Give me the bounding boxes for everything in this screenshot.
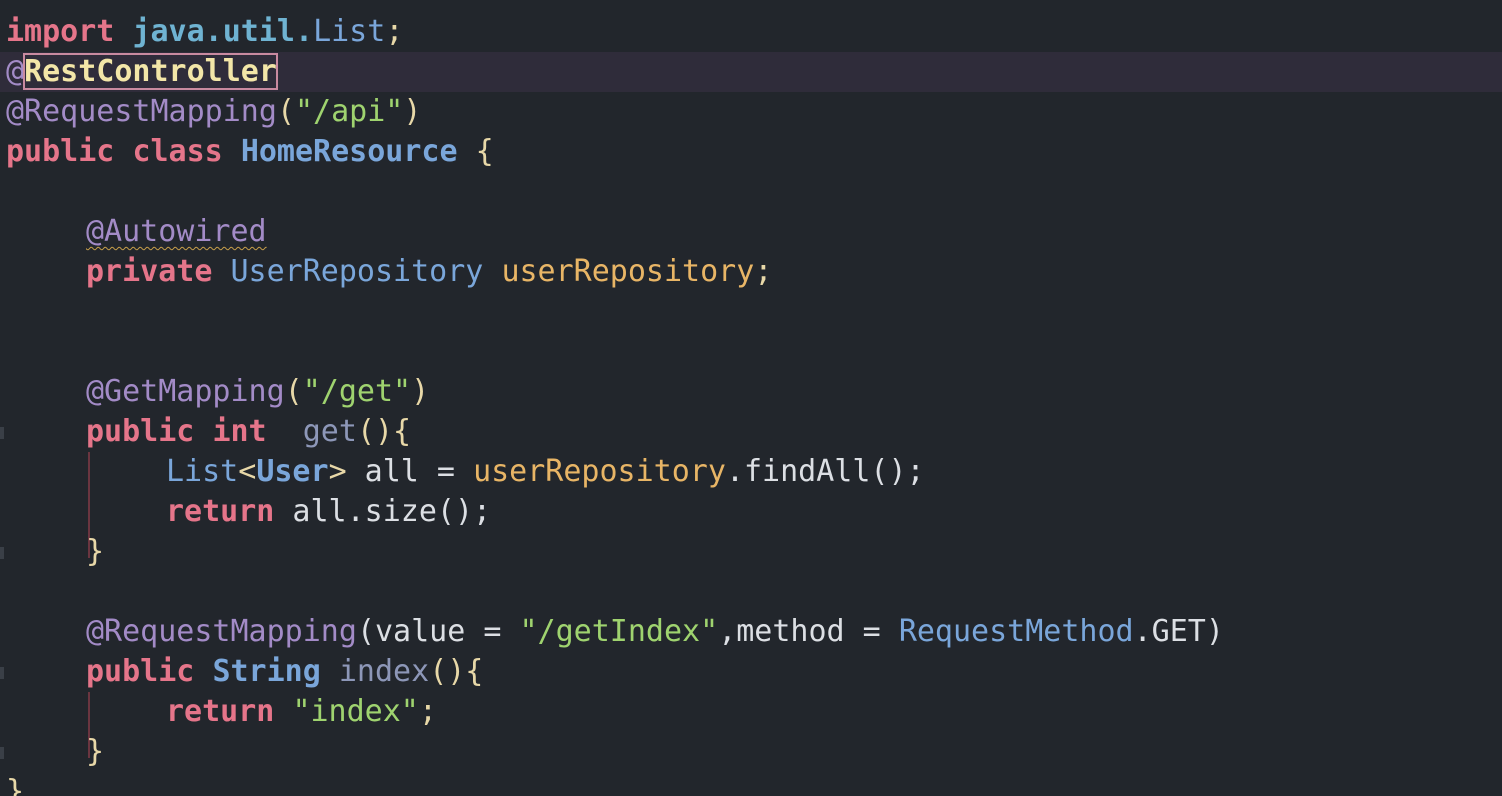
string-api: "/api"	[295, 94, 404, 129]
code-line-return-index[interactable]: return "index";	[0, 692, 1502, 732]
package-name: java.util.	[132, 14, 314, 49]
type-list: List	[313, 14, 386, 49]
method-signature-rest: (){	[429, 654, 484, 689]
class-name: HomeResource	[240, 134, 458, 169]
findall-call: .findAll();	[725, 454, 925, 489]
brace-open: {	[475, 134, 494, 169]
code-line-close-index[interactable]: }	[0, 732, 1502, 772]
keyword-int: int	[212, 414, 267, 449]
semicolon: ;	[385, 14, 404, 49]
string-get: "/get"	[302, 374, 412, 409]
param-method: ,method =	[718, 614, 899, 649]
semicolon: ;	[418, 694, 437, 729]
code-line-get-method[interactable]: public int get(){	[0, 412, 1502, 452]
code-line-import[interactable]: import java.util.List;	[0, 12, 1502, 52]
code-line-autowired[interactable]: @Autowired	[0, 212, 1502, 252]
annotation-at: @	[6, 54, 25, 89]
keyword-private: private	[86, 254, 213, 289]
string-index: "index"	[292, 694, 419, 729]
code-line-requestmapping-api[interactable]: @RequestMapping("/api")	[0, 92, 1502, 132]
field-userrepository: userRepository	[501, 254, 755, 289]
code-line-getmapping[interactable]: @GetMapping("/get")	[0, 372, 1502, 412]
type-list: List	[166, 454, 239, 489]
keyword-import: import	[6, 14, 115, 49]
method-signature-rest: (){	[356, 414, 412, 449]
code-line-requestmapping-getindex[interactable]: @RequestMapping(value = "/getIndex",meth…	[0, 612, 1502, 652]
keyword-public: public	[86, 654, 195, 689]
field-userrepository: userRepository	[473, 454, 726, 489]
enum-get: .GET)	[1133, 614, 1224, 649]
code-line-field-declaration[interactable]: private UserRepository userRepository;	[0, 252, 1502, 292]
code-line-return-size[interactable]: return all.size();	[0, 492, 1502, 532]
paren-open: (	[284, 374, 303, 409]
method-get: get	[302, 414, 357, 449]
type-string: String	[212, 654, 321, 689]
keyword-return: return	[166, 694, 275, 729]
brace-close: }	[86, 734, 105, 769]
generic-close: >	[328, 454, 347, 489]
code-line-close-class[interactable]: }	[0, 772, 1502, 796]
paren-close: )	[411, 374, 430, 409]
annotation-getmapping: @GetMapping	[86, 374, 285, 409]
annotation-autowired: @Autowired	[86, 214, 267, 249]
brace-close: }	[86, 534, 105, 569]
variable-all: all =	[346, 454, 474, 489]
code-line-index-method[interactable]: public String index(){	[0, 652, 1502, 692]
keyword-class: class	[132, 134, 223, 169]
annotation-restcontroller: RestController	[23, 53, 278, 90]
annotation-requestmapping: @RequestMapping	[6, 94, 277, 129]
type-user: User	[256, 454, 329, 489]
code-line-class-declaration[interactable]: public class HomeResource {	[0, 132, 1502, 172]
keyword-return: return	[166, 494, 275, 529]
return-expression: all.size();	[274, 494, 492, 529]
brace-close: }	[6, 774, 25, 796]
keyword-public: public	[6, 134, 115, 169]
param-value: (value =	[356, 614, 520, 649]
paren-open: (	[276, 94, 295, 129]
semicolon: ;	[754, 254, 773, 289]
generic-open: <	[238, 454, 257, 489]
code-line-findall[interactable]: List<User> all = userRepository.findAll(…	[0, 452, 1502, 492]
string-getindex: "/getIndex"	[519, 614, 719, 649]
type-requestmethod: RequestMethod	[898, 614, 1134, 649]
code-line-restcontroller[interactable]: @RestController	[0, 52, 1502, 92]
annotation-requestmapping: @RequestMapping	[86, 614, 357, 649]
keyword-public: public	[86, 414, 195, 449]
type-userrepository: UserRepository	[230, 254, 484, 289]
paren-close: )	[403, 94, 422, 129]
code-editor[interactable]: import java.util.List; @RestController @…	[0, 0, 1502, 796]
method-index: index	[338, 654, 430, 689]
code-line-close-get[interactable]: }	[0, 532, 1502, 572]
